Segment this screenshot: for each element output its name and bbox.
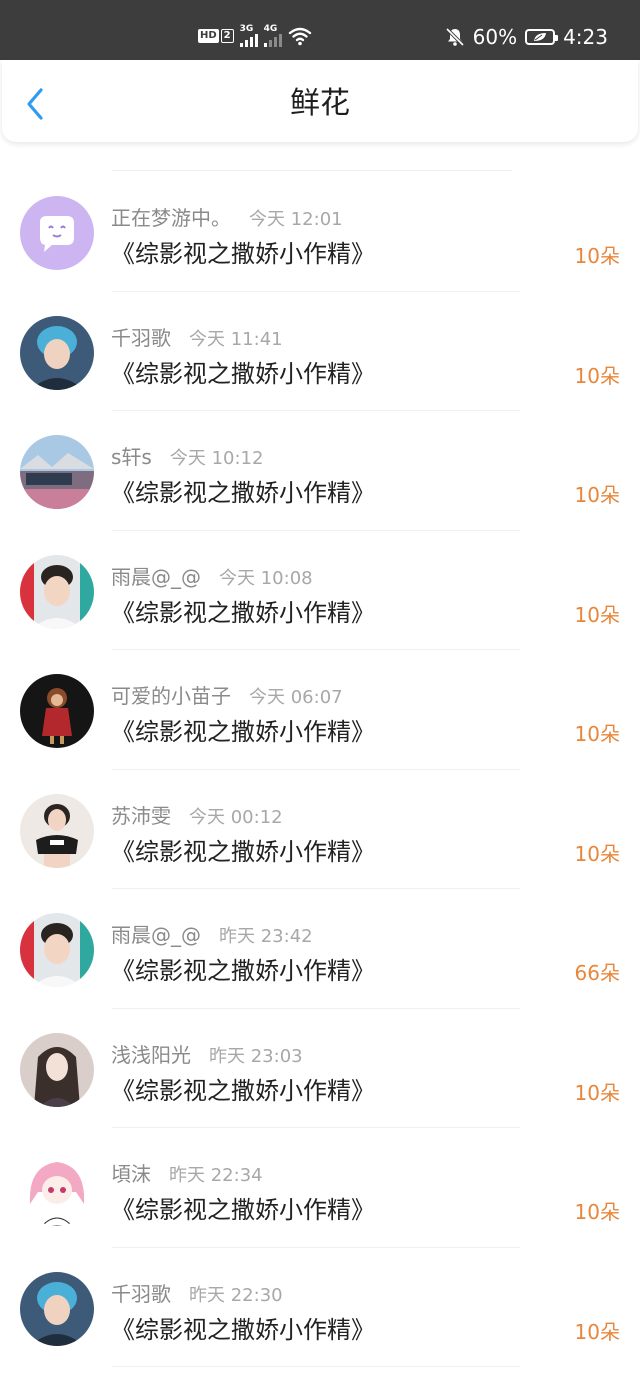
avatar[interactable] bbox=[20, 793, 94, 868]
gift-list: 正在梦游中。 今天 12:01 《综影视之撒娇小作精》 10朵 千羽歌 今天 1… bbox=[0, 172, 640, 1367]
book-title[interactable]: 《综影视之撒娇小作精》 bbox=[111, 593, 375, 628]
list-item[interactable]: 可爱的小苗子 今天 06:07 《综影视之撒娇小作精》 10朵 bbox=[0, 650, 640, 770]
avatar-photo bbox=[20, 913, 94, 987]
timestamp: 昨天 22:30 bbox=[189, 1284, 283, 1306]
avatar-photo bbox=[20, 793, 94, 868]
wifi-icon bbox=[288, 27, 311, 46]
flower-count: 10朵 bbox=[574, 363, 620, 388]
avatar[interactable] bbox=[20, 1271, 94, 1346]
avatar[interactable] bbox=[20, 674, 94, 748]
chat-bubble-icon bbox=[20, 196, 94, 270]
flower-count: 10朵 bbox=[574, 841, 620, 866]
username[interactable]: 千羽歌 bbox=[111, 322, 171, 351]
status-right: 60% 4:23 bbox=[445, 24, 608, 50]
hd-label: HD bbox=[198, 29, 219, 43]
flower-count: 10朵 bbox=[574, 602, 620, 627]
net2-label: 4G bbox=[263, 24, 278, 34]
avatar[interactable] bbox=[20, 196, 94, 270]
flower-count: 10朵 bbox=[574, 1319, 620, 1344]
status-bar: HD 2 3G 4G 60% 4:23 bbox=[0, 0, 640, 60]
list-item[interactable]: 浅浅阳光 昨天 23:03 《综影视之撒娇小作精》 10朵 bbox=[0, 1009, 640, 1128]
battery-icon bbox=[525, 29, 559, 45]
book-title[interactable]: 《综影视之撒娇小作精》 bbox=[111, 712, 375, 747]
timestamp: 今天 00:12 bbox=[189, 806, 283, 828]
avatar[interactable] bbox=[20, 1152, 94, 1226]
flower-count: 66朵 bbox=[574, 961, 620, 985]
sim-label: 2 bbox=[220, 29, 234, 43]
list-item[interactable]: 苏沛雯 今天 00:12 《综影视之撒娇小作精》 10朵 bbox=[0, 770, 640, 889]
avatar-photo bbox=[20, 1032, 94, 1107]
avatar-photo bbox=[20, 1152, 94, 1226]
book-title[interactable]: 《综影视之撒娇小作精》 bbox=[111, 832, 375, 867]
timestamp: 今天 10:08 bbox=[219, 567, 313, 589]
avatar[interactable] bbox=[20, 315, 94, 390]
book-title[interactable]: 《综影视之撒娇小作精》 bbox=[111, 234, 375, 269]
avatar-photo bbox=[20, 554, 94, 629]
hd-icon: HD 2 bbox=[198, 29, 234, 43]
timestamp: 今天 11:41 bbox=[189, 328, 283, 350]
list-item[interactable]: 千羽歌 昨天 22:30 《综影视之撒娇小作精》 10朵 bbox=[0, 1248, 640, 1367]
divider bbox=[112, 1366, 520, 1367]
signal-4g-icon: 4G bbox=[263, 24, 282, 47]
book-title[interactable]: 《综影视之撒娇小作精》 bbox=[111, 1310, 375, 1345]
timestamp: 昨天 22:34 bbox=[169, 1165, 263, 1186]
list-item[interactable]: 雨晨@_@ 昨天 23:42 《综影视之撒娇小作精》 66朵 bbox=[0, 889, 640, 1009]
timestamp: 昨天 23:42 bbox=[219, 926, 313, 947]
header-bar: 鲜花 bbox=[2, 60, 638, 142]
book-title[interactable]: 《综影视之撒娇小作精》 bbox=[111, 354, 375, 389]
timestamp: 昨天 23:03 bbox=[209, 1045, 303, 1067]
flower-count: 10朵 bbox=[574, 483, 620, 507]
avatar[interactable] bbox=[20, 435, 94, 509]
status-time: 4:23 bbox=[563, 25, 608, 49]
flower-count: 10朵 bbox=[574, 722, 620, 746]
battery-percent: 60% bbox=[472, 25, 518, 49]
avatar-photo bbox=[20, 1271, 94, 1346]
username[interactable]: 頃沫 bbox=[111, 1158, 151, 1187]
page-title: 鲜花 bbox=[290, 86, 350, 121]
flower-count: 10朵 bbox=[574, 244, 620, 268]
avatar-photo bbox=[20, 674, 94, 748]
list-item[interactable]: 正在梦游中。 今天 12:01 《综影视之撒娇小作精》 10朵 bbox=[0, 172, 640, 292]
username[interactable]: s轩s bbox=[111, 441, 152, 470]
avatar-photo bbox=[20, 435, 94, 509]
avatar[interactable] bbox=[20, 554, 94, 629]
list-item[interactable]: 頃沫 昨天 22:34 《综影视之撒娇小作精》 10朵 bbox=[0, 1128, 640, 1248]
net1-label: 3G bbox=[239, 24, 254, 34]
flower-count: 10朵 bbox=[574, 1200, 620, 1224]
username[interactable]: 苏沛雯 bbox=[111, 800, 171, 829]
avatar-photo bbox=[20, 315, 94, 390]
username[interactable]: 雨晨@_@ bbox=[111, 919, 201, 948]
book-title[interactable]: 《综影视之撒娇小作精》 bbox=[111, 1071, 375, 1106]
username[interactable]: 可爱的小苗子 bbox=[111, 680, 231, 709]
username[interactable]: 雨晨@_@ bbox=[111, 561, 201, 590]
avatar[interactable] bbox=[20, 1032, 94, 1107]
timestamp: 今天 06:07 bbox=[249, 687, 343, 708]
book-title[interactable]: 《综影视之撒娇小作精》 bbox=[111, 951, 375, 986]
divider bbox=[112, 170, 512, 171]
avatar[interactable] bbox=[20, 913, 94, 987]
leaf-icon bbox=[534, 33, 547, 41]
username[interactable]: 正在梦游中。 bbox=[111, 202, 231, 231]
list-item[interactable]: s轩s 今天 10:12 《综影视之撒娇小作精》 10朵 bbox=[0, 411, 640, 531]
timestamp: 今天 12:01 bbox=[249, 209, 343, 230]
flower-count: 10朵 bbox=[574, 1080, 620, 1105]
bell-muted-icon bbox=[445, 27, 464, 47]
book-title[interactable]: 《综影视之撒娇小作精》 bbox=[111, 473, 375, 508]
status-icons: HD 2 3G 4G bbox=[198, 24, 312, 48]
username[interactable]: 千羽歌 bbox=[111, 1278, 171, 1307]
timestamp: 今天 10:12 bbox=[169, 448, 264, 469]
signal-3g-icon: 3G bbox=[239, 24, 258, 47]
username[interactable]: 浅浅阳光 bbox=[111, 1039, 191, 1068]
book-title[interactable]: 《综影视之撒娇小作精》 bbox=[111, 1190, 375, 1225]
list-item[interactable]: 千羽歌 今天 11:41 《综影视之撒娇小作精》 10朵 bbox=[0, 292, 640, 411]
list-item[interactable]: 雨晨@_@ 今天 10:08 《综影视之撒娇小作精》 10朵 bbox=[0, 531, 640, 650]
